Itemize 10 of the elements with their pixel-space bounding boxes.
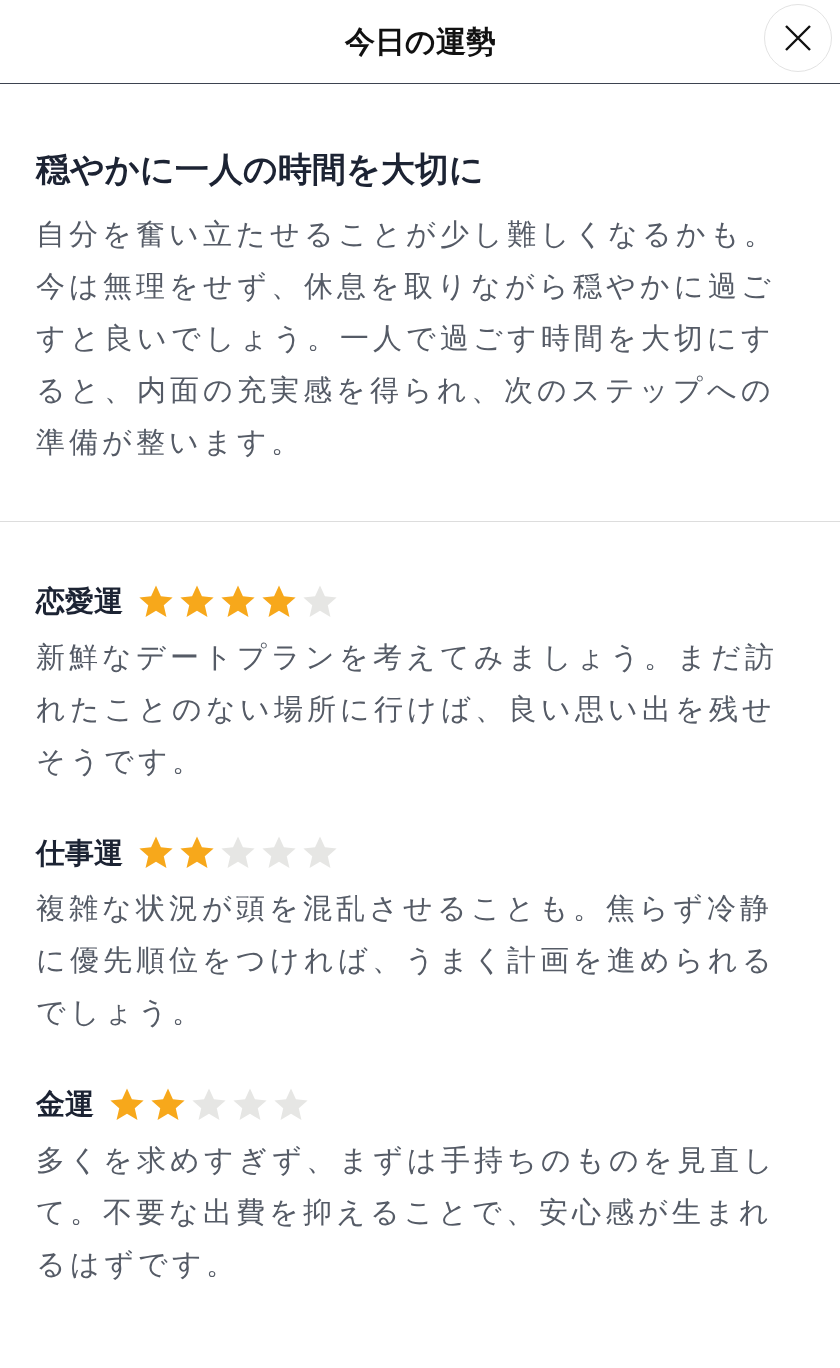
category-description: 新鮮なデートプランを考えてみましょう。まだ訪れたことのない場所に行けば、良い思い出を残せそうです。 — [36, 639, 779, 780]
category-title: 恋愛運 — [36, 583, 123, 620]
close-icon — [783, 23, 813, 53]
category-title: 金運 — [36, 1086, 94, 1123]
fortune-summary: 自分を奮い立たせることが少し難しくなるかも。今は無理をせず、休息を取りながら穏やかに過ごすと良いでしょう。一人で過ごす時間を大切にすると、内面の充実感を得られ、次のステップへの準備が整います。 — [36, 217, 778, 461]
fortune-headline: 穏やかに一人の時間を大切に — [36, 148, 485, 191]
category-title: 仕事運 — [36, 834, 123, 872]
category-description: 複雑な状況が頭を混乱させることも。焦らず冷静に優先順位をつければ、うまく計画を進められるでしょう。 — [36, 891, 777, 1031]
category-description: 多くを求めすぎず、まずは手持ちのものを見直して。不要な出費を抑えることで、安心感が生まれるはずです。 — [36, 1142, 778, 1283]
page-title: 今日の運勢 — [344, 23, 496, 61]
